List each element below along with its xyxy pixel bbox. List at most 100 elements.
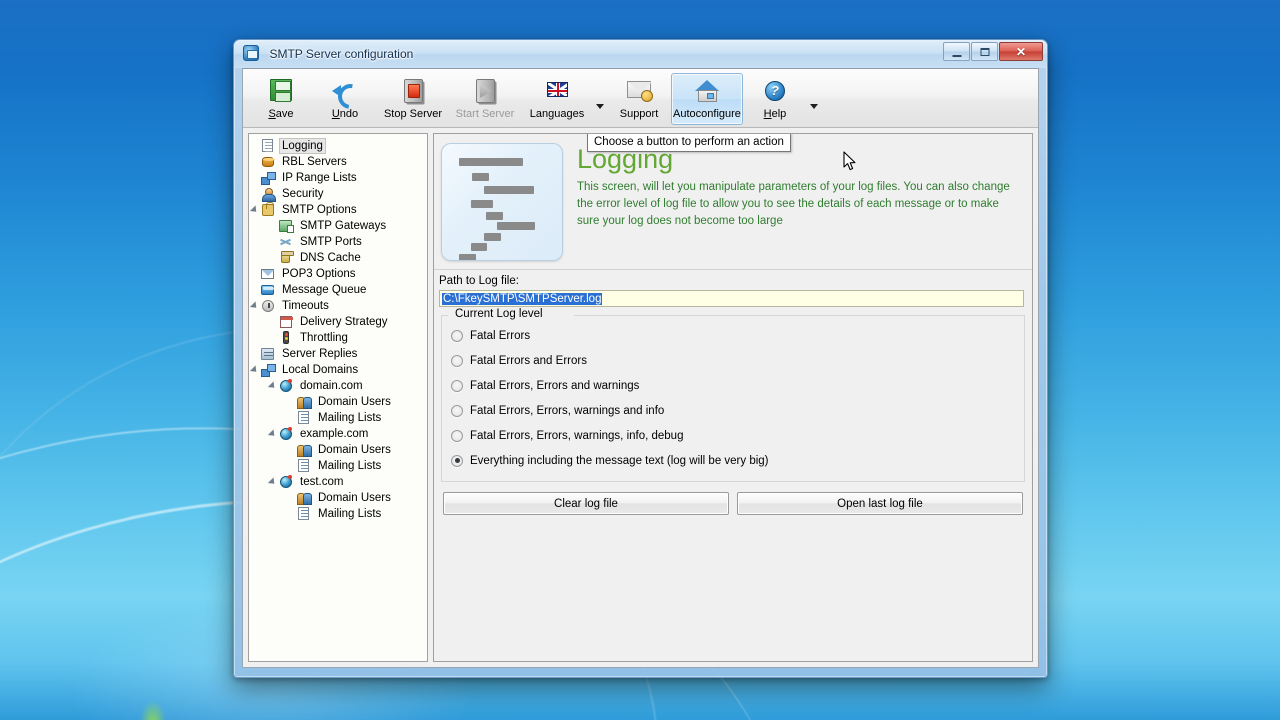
tree-item-timeouts[interactable]: Timeouts <box>249 298 427 314</box>
tree-item-throttling[interactable]: Throttling <box>249 330 427 346</box>
tree-item-pop3-options[interactable]: POP3 Options <box>249 266 427 282</box>
jar-icon <box>278 251 294 265</box>
log-level-option-label: Fatal Errors, Errors, warnings and info <box>470 404 665 417</box>
tree-item-label: POP3 Options <box>282 268 356 280</box>
house-icon <box>691 77 723 107</box>
smtp-server-configuration-window: SMTP Server configuration ✕ Save Undo St… <box>233 39 1048 678</box>
tree-item-smtp-ports[interactable]: SMTP Ports <box>249 234 427 250</box>
radio-button[interactable] <box>451 354 463 367</box>
log-level-option-label: Fatal Errors <box>470 329 531 342</box>
tree-item-label: Local Domains <box>282 364 359 376</box>
log-level-option-4[interactable]: Fatal Errors, Errors, warnings, info, de… <box>442 423 1024 448</box>
log-level-options: Fatal Errors Fatal Errors and Errors Fatal… <box>442 323 1024 473</box>
radio-button[interactable] <box>451 404 463 417</box>
wallpaper-grass <box>140 700 166 720</box>
log-level-option-label: Everything including the message text (l… <box>470 454 769 467</box>
network-icon <box>260 171 276 185</box>
toolbar-dropdown-languages[interactable] <box>593 73 607 125</box>
chevron-down-icon <box>596 103 604 109</box>
tree-item-label: DNS Cache <box>300 252 361 264</box>
users-icon <box>296 443 312 457</box>
toolbar-button-save[interactable]: Save <box>249 73 313 125</box>
tree-item-delivery-strategy[interactable]: Delivery Strategy <box>249 314 427 330</box>
maximize-icon <box>980 47 989 56</box>
tree-item-logging[interactable]: Logging <box>249 138 427 154</box>
tree-item-mailing-lists[interactable]: Mailing Lists <box>249 506 427 522</box>
log-path-section: Path to Log file: C:\FkeySMTP\SMTPServer… <box>434 270 1032 307</box>
tree-item-server-replies[interactable]: Server Replies <box>249 346 427 362</box>
tree-item-domain-com[interactable]: domain.com <box>249 378 427 394</box>
tree-item-rbl-servers[interactable]: RBL Servers <box>249 154 427 170</box>
radio-button[interactable] <box>451 329 463 342</box>
tree-item-domain-users[interactable]: Domain Users <box>249 490 427 506</box>
tree-item-label: Mailing Lists <box>318 412 382 424</box>
tree-item-domain-users[interactable]: Domain Users <box>249 394 427 410</box>
tree-item-domain-users[interactable]: Domain Users <box>249 442 427 458</box>
tree-item-security[interactable]: Security <box>249 186 427 202</box>
tree-expander-icon[interactable] <box>267 429 278 439</box>
log-level-option-3[interactable]: Fatal Errors, Errors, warnings and info <box>442 398 1024 423</box>
title-bar[interactable]: SMTP Server configuration ✕ <box>234 40 1047 68</box>
toolbar-button-support[interactable]: Support <box>607 73 671 125</box>
minimize-button[interactable] <box>943 42 970 61</box>
clear-log-file-button[interactable]: Clear log file <box>443 492 729 515</box>
window-title: SMTP Server configuration <box>269 47 414 61</box>
tree-item-mailing-lists[interactable]: Mailing Lists <box>249 410 427 426</box>
desktop-wallpaper: SMTP Server configuration ✕ Save Undo St… <box>0 0 1280 720</box>
clock-icon <box>260 299 276 313</box>
log-level-option-5[interactable]: Everything including the message text (l… <box>442 448 1024 473</box>
tree-item-dns-cache[interactable]: DNS Cache <box>249 250 427 266</box>
save-icon <box>265 77 297 107</box>
tree-item-ip-range-lists[interactable]: IP Range Lists <box>249 170 427 186</box>
log-path-label: Path to Log file: <box>439 275 519 287</box>
tree-expander-icon[interactable] <box>267 381 278 391</box>
toolbar-label-support: Support <box>619 108 659 120</box>
mail-icon <box>260 267 276 281</box>
toolbar-label-save: Save <box>268 108 294 120</box>
tree-item-test-com[interactable]: test.com <box>249 474 427 490</box>
log-path-input[interactable]: C:\FkeySMTP\SMTPServer.log <box>439 290 1024 307</box>
log-level-option-1[interactable]: Fatal Errors and Errors <box>442 348 1024 373</box>
radio-button[interactable] <box>451 429 463 442</box>
toolbar-label-autoconfigure: Autoconfigure <box>673 108 741 120</box>
toolbar-button-languages[interactable]: Languages <box>521 73 593 125</box>
globe-icon <box>278 379 294 393</box>
tree-item-label: Timeouts <box>282 300 329 312</box>
page-hero: Logging This screen, will let you manipu… <box>434 134 1032 270</box>
settings-tree[interactable]: Logging RBL Servers IP Range Lists Security… <box>248 133 428 662</box>
tree-item-message-queue[interactable]: Message Queue <box>249 282 427 298</box>
tree-item-label: SMTP Ports <box>300 236 362 248</box>
toolbar-tooltip: Choose a button to perform an action <box>587 134 791 152</box>
tree-item-local-domains[interactable]: Local Domains <box>249 362 427 378</box>
log-level-option-2[interactable]: Fatal Errors, Errors and warnings <box>442 373 1024 398</box>
window-controls: ✕ <box>943 42 1043 61</box>
toolbar-label-undo: Undo <box>331 108 359 120</box>
open-last-log-file-button[interactable]: Open last log file <box>737 492 1023 515</box>
toolbar-button-undo[interactable]: Undo <box>313 73 377 125</box>
globe-icon <box>278 427 294 441</box>
tree-expander-icon[interactable] <box>249 365 260 375</box>
toolbar-dropdown-help[interactable] <box>807 73 821 125</box>
tree-expander-icon[interactable] <box>249 301 260 311</box>
page-hero-text: Logging This screen, will let you manipu… <box>577 143 1022 261</box>
tree-item-label: Domain Users <box>318 396 391 408</box>
list-icon <box>296 411 312 425</box>
maximize-button[interactable] <box>971 42 998 61</box>
tree-expander-icon[interactable] <box>249 205 260 215</box>
tree-item-mailing-lists[interactable]: Mailing Lists <box>249 458 427 474</box>
tree-item-smtp-options[interactable]: SMTP Options <box>249 202 427 218</box>
log-level-option-0[interactable]: Fatal Errors <box>442 323 1024 348</box>
tree-item-smtp-gateways[interactable]: SMTP Gateways <box>249 218 427 234</box>
close-button[interactable]: ✕ <box>999 42 1043 61</box>
start-server-icon <box>469 77 501 107</box>
tree-item-example-com[interactable]: example.com <box>249 426 427 442</box>
page-description: This screen, will let you manipulate par… <box>577 181 1010 227</box>
toolbar-button-stop-server[interactable]: Stop Server <box>377 73 449 125</box>
traffic-light-icon <box>278 331 294 345</box>
toolbar-button-start-server[interactable]: Start Server <box>449 73 521 125</box>
toolbar-button-help[interactable]: ? Help <box>743 73 807 125</box>
radio-button[interactable] <box>451 379 463 392</box>
tree-expander-icon[interactable] <box>267 477 278 487</box>
toolbar-button-autoconfigure[interactable]: Autoconfigure <box>671 73 743 125</box>
radio-button[interactable] <box>451 454 463 467</box>
